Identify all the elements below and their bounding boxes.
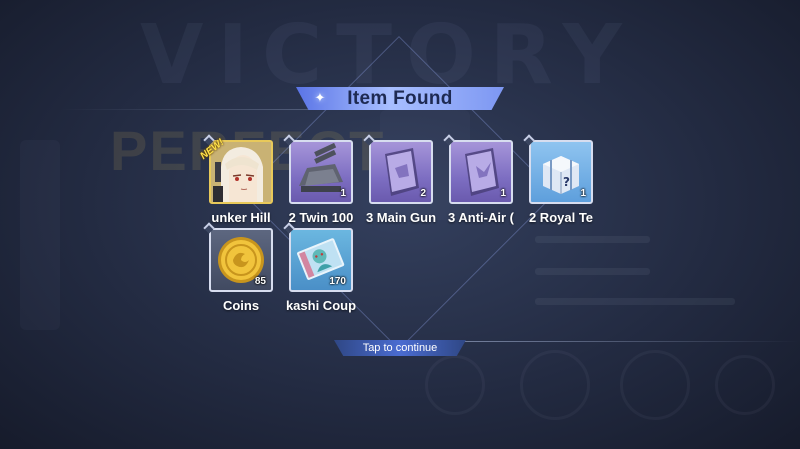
reward-item-royal-tech[interactable]: ? 1 2 Royal Te [523,134,593,225]
background-stat-line [535,298,735,305]
background-circle [620,350,690,420]
sparkle-icon: ✦ [314,90,326,105]
item-quantity: 2 [420,188,426,199]
reward-item-twin-gun[interactable]: 1 2 Twin 100 [283,134,353,225]
svg-text:?: ? [563,175,570,189]
tap-to-continue-button[interactable]: Tap to continue [334,340,466,356]
item-label: 3 Main Gun [365,210,437,225]
character-portrait-icon [211,142,271,202]
item-label: Coins [222,298,260,313]
item-found-title: Item Found [347,87,453,109]
item-quantity: 1 [580,188,586,199]
background-circle [520,350,590,420]
background-circle [715,355,775,415]
reward-item-character[interactable]: NEW! unker Hill [198,134,273,225]
item-found-banner: Item Found [296,87,504,110]
item-frame: 2 [369,140,433,204]
reward-item-coupon[interactable]: 170 kashi Coup [283,222,356,313]
reward-item-main-gun[interactable]: 2 3 Main Gun [363,134,436,225]
item-frame: 85 [209,228,273,292]
item-frame: 1 [449,140,513,204]
item-quantity: 1 [340,188,346,199]
item-quantity: 1 [500,188,506,199]
item-label: kashi Coup [285,298,357,313]
item-label: 2 Twin 100 [288,210,354,225]
item-label: 2 Royal Te [528,210,594,225]
background-stat-line [535,236,650,243]
background-panel [20,140,60,330]
reward-item-anti-air[interactable]: 1 3 Anti-Air ( [443,134,514,225]
item-quantity: 170 [329,276,346,287]
item-frame: ? 1 [529,140,593,204]
item-label: unker Hill [211,210,271,225]
item-frame: 170 [289,228,353,292]
item-label: 3 Anti-Air ( [448,210,514,225]
background-stat-line [535,268,650,275]
item-quantity: 85 [254,276,266,287]
background-circle [425,355,485,415]
item-frame: 1 [289,140,353,204]
divider-line-bottom [465,341,800,342]
reward-item-coins[interactable]: 85 Coins [203,222,273,313]
